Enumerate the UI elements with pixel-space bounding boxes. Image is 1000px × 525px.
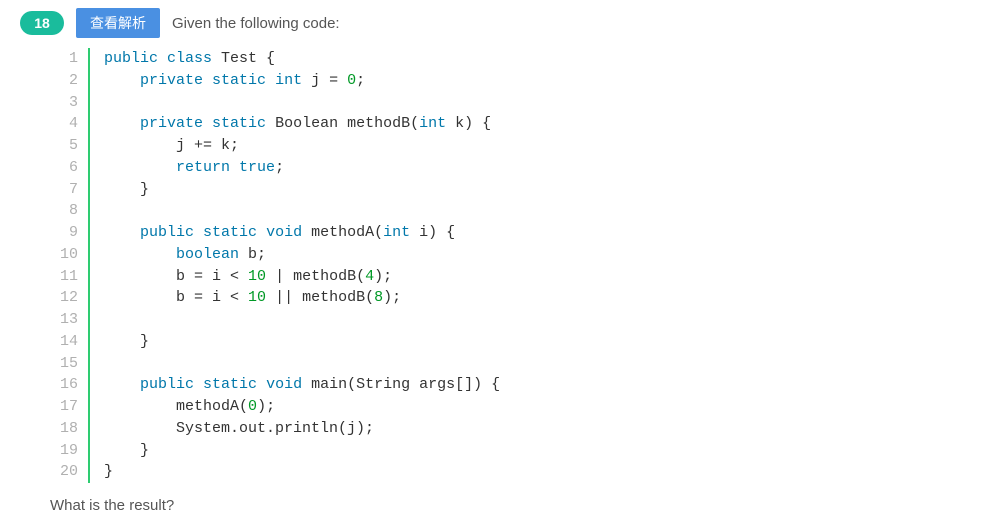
line-number: 7 [60,179,78,201]
line-number: 3 [60,92,78,114]
line-number: 6 [60,157,78,179]
view-analysis-button[interactable]: 查看解析 [76,8,160,38]
code-line: public static void main(String args[]) { [104,374,500,396]
line-number: 15 [60,353,78,375]
line-number: 1 [60,48,78,70]
code-block: 1234567891011121314151617181920 public c… [60,48,980,483]
code-line: } [104,440,500,462]
code-line: public class Test { [104,48,500,70]
code-line: boolean b; [104,244,500,266]
line-number: 9 [60,222,78,244]
code-line [104,309,500,331]
code-line: public static void methodA(int i) { [104,222,500,244]
code-line: private static Boolean methodB(int k) { [104,113,500,135]
question-header: 18 查看解析 Given the following code: [20,8,980,38]
code-line: b = i < 10 | methodB(4); [104,266,500,288]
code-line: System.out.println(j); [104,418,500,440]
line-number: 11 [60,266,78,288]
code-line: } [104,461,500,483]
code-line [104,92,500,114]
line-number: 20 [60,461,78,483]
code-content: public class Test { private static int j… [90,48,500,483]
code-line [104,200,500,222]
line-number: 16 [60,374,78,396]
line-number: 5 [60,135,78,157]
line-number: 2 [60,70,78,92]
code-line: methodA(0); [104,396,500,418]
line-number: 8 [60,200,78,222]
line-number: 18 [60,418,78,440]
question-footer: What is the result? [50,497,980,514]
line-number: 19 [60,440,78,462]
question-number-badge: 18 [20,11,64,35]
line-number: 14 [60,331,78,353]
line-number: 12 [60,287,78,309]
code-line: } [104,179,500,201]
question-prompt: Given the following code: [172,15,340,32]
code-line: private static int j = 0; [104,70,500,92]
code-line: } [104,331,500,353]
code-line: j += k; [104,135,500,157]
line-number: 10 [60,244,78,266]
line-number: 13 [60,309,78,331]
line-number: 4 [60,113,78,135]
code-line: return true; [104,157,500,179]
code-line: b = i < 10 || methodB(8); [104,287,500,309]
code-line [104,353,500,375]
line-number: 17 [60,396,78,418]
line-number-gutter: 1234567891011121314151617181920 [60,48,90,483]
